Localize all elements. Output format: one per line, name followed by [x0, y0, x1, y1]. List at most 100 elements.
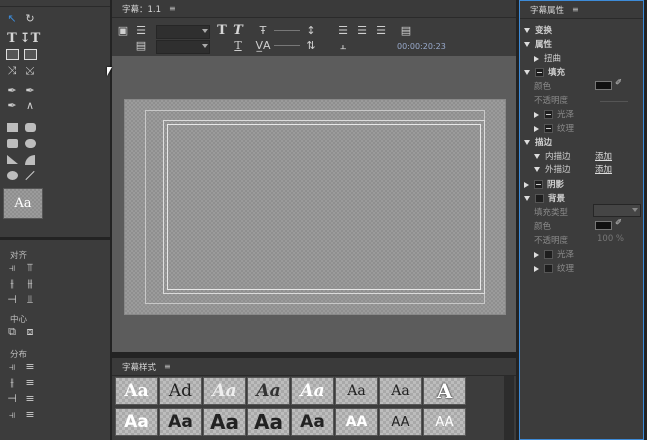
style-thumb-6[interactable]: Aa — [335, 377, 378, 405]
vertical-type-tool-icon[interactable]: ↧T — [20, 31, 41, 46]
transform-disclosure-icon[interactable] — [524, 28, 530, 33]
convert-anchor-point-tool-icon[interactable]: ∧ — [23, 99, 37, 112]
center-horizontal-icon[interactable]: ⧈ — [23, 325, 37, 338]
arc-tool-icon[interactable] — [23, 153, 37, 166]
show-background-video-icon[interactable]: ▤ — [399, 24, 413, 37]
transform-section[interactable]: 变换 — [524, 24, 552, 36]
ellipse-tool-icon[interactable] — [5, 169, 19, 182]
rounded-rectangle-tool-icon[interactable] — [23, 121, 37, 134]
distribute-top-icon[interactable]: ≡ — [23, 360, 37, 373]
style-thumb-7[interactable]: Aa — [379, 377, 422, 405]
distribute-vertical-even-icon[interactable]: ≡ — [23, 408, 37, 421]
area-type-tool-icon[interactable] — [5, 48, 19, 61]
bg-texture-disclosure-icon[interactable] — [534, 265, 539, 272]
wedge-tool-icon[interactable] — [5, 153, 19, 166]
align-horizontal-center-icon[interactable]: ⫲ — [5, 277, 19, 290]
shadow-disclosure-icon[interactable] — [524, 181, 529, 188]
align-text-center-icon[interactable]: ☰ — [355, 24, 369, 37]
fill-disclosure-icon[interactable] — [524, 70, 530, 75]
shadow-checkbox[interactable] — [534, 180, 543, 189]
attributes-disclosure-icon[interactable] — [524, 42, 530, 47]
title-canvas[interactable] — [124, 99, 506, 315]
sheen-checkbox[interactable] — [544, 110, 553, 119]
clipped-corner-rectangle-tool-icon[interactable] — [5, 137, 19, 150]
stroke-disclosure-icon[interactable] — [524, 140, 530, 145]
style-thumb-11[interactable]: Aa — [203, 408, 246, 436]
attributes-section[interactable]: 属性 — [524, 38, 552, 50]
roll-crawl-options-icon[interactable]: ☰ — [134, 24, 148, 37]
fill-opacity-line[interactable] — [600, 101, 628, 102]
inner-stroke-row[interactable]: 内描边 — [534, 150, 571, 162]
align-bottom-icon[interactable]: ⫫ — [23, 293, 37, 306]
rotation-tool-icon[interactable]: ↻ — [23, 12, 37, 25]
templates-icon[interactable]: ▤ — [134, 39, 148, 52]
inner-stroke-add-link[interactable]: 添加 — [595, 150, 612, 162]
bg-sheen-row[interactable]: 光泽 — [534, 248, 574, 260]
title-properties-menu-icon[interactable]: ≡ — [572, 5, 579, 14]
align-left-icon[interactable]: ⫣ — [5, 261, 19, 274]
bg-texture-row[interactable]: 纹理 — [534, 262, 574, 274]
texture-checkbox[interactable] — [544, 124, 553, 133]
bg-opacity-value[interactable]: 100 % — [597, 234, 624, 244]
leading-icon[interactable]: ⇅ — [304, 39, 318, 52]
underline-icon[interactable]: T — [231, 39, 245, 52]
style-thumb-10[interactable]: Aa — [159, 408, 202, 436]
shadow-section[interactable]: 阴影 — [524, 178, 564, 190]
distribute-horizontal-center-icon[interactable]: ⫲ — [5, 376, 19, 389]
distribute-vertical-center-icon[interactable]: ≡ — [23, 376, 37, 389]
style-thumb-2[interactable]: Ad — [159, 377, 202, 405]
bg-sheen-disclosure-icon[interactable] — [534, 251, 539, 258]
tab-stops-icon[interactable]: ⫠ — [336, 39, 350, 52]
rounded-corner-rectangle-tool-icon[interactable] — [23, 137, 37, 150]
kerning-icon[interactable]: V̲A — [255, 39, 270, 52]
type-tool-icon[interactable]: T — [5, 31, 19, 46]
path-type-tool-icon[interactable]: ⤨ — [5, 64, 19, 77]
pen-tool-icon[interactable]: ✒ — [5, 84, 19, 97]
distribute-left-icon[interactable]: ⫣ — [5, 360, 19, 373]
style-thumb-12[interactable]: Aa — [247, 408, 290, 436]
align-text-left-icon[interactable]: ☰ — [336, 24, 350, 37]
rectangle-tool-icon[interactable] — [5, 121, 19, 134]
style-thumb-8[interactable]: A — [423, 377, 466, 405]
align-text-right-icon[interactable]: ☰ — [374, 24, 388, 37]
font-size-icon[interactable]: Ŧ — [256, 24, 270, 37]
delete-anchor-point-tool-icon[interactable]: ✒ — [5, 99, 19, 112]
background-checkbox[interactable] — [535, 194, 544, 203]
distort-disclosure-icon[interactable] — [534, 55, 539, 62]
style-thumb-9[interactable]: Aa — [115, 408, 158, 436]
italic-icon[interactable]: T — [231, 23, 245, 38]
outer-stroke-row[interactable]: 外描边 — [534, 163, 571, 175]
texture-disclosure-icon[interactable] — [534, 125, 539, 132]
outer-stroke-disclosure-icon[interactable] — [534, 167, 540, 172]
style-thumb-13[interactable]: Aa — [291, 408, 334, 436]
style-thumb-4[interactable]: Aa — [247, 377, 290, 405]
kerning-slider[interactable] — [274, 45, 300, 46]
inner-stroke-disclosure-icon[interactable] — [534, 154, 540, 159]
styles-scrollbar[interactable] — [504, 376, 514, 440]
background-disclosure-icon[interactable] — [524, 196, 530, 201]
add-anchor-point-tool-icon[interactable]: ✒ — [23, 84, 37, 97]
title-editor-menu-icon[interactable]: ≡ — [169, 4, 176, 13]
style-thumb-14[interactable]: AA — [335, 408, 378, 436]
new-title-icon[interactable]: ▣ — [116, 24, 130, 37]
bg-eyedropper-icon[interactable]: ✐ — [615, 218, 622, 228]
bg-texture-checkbox[interactable] — [544, 264, 553, 273]
style-thumb-3[interactable]: Aa — [203, 377, 246, 405]
distribute-horizontal-even-icon[interactable]: ⫣ — [5, 408, 19, 421]
align-vertical-center-icon[interactable]: ⫵ — [23, 277, 37, 290]
vertical-path-type-tool-icon[interactable]: ⤩ — [23, 64, 37, 77]
style-thumb-16[interactable]: AA — [423, 408, 466, 436]
fill-checkbox[interactable] — [535, 68, 544, 77]
aspect-icon[interactable]: ↕ — [304, 24, 318, 37]
distribute-bottom-icon[interactable]: ≡ — [23, 392, 37, 405]
center-vertical-icon[interactable]: ⧉ — [5, 325, 19, 338]
style-thumb-15[interactable]: AA — [379, 408, 422, 436]
fill-section[interactable]: 填充 — [524, 66, 565, 78]
timecode[interactable]: 00:00:20:23 — [397, 42, 446, 51]
selection-tool-icon[interactable]: ↖ — [5, 12, 19, 25]
bold-icon[interactable]: T — [215, 23, 229, 38]
vertical-area-type-tool-icon[interactable] — [23, 48, 37, 61]
style-thumb-1[interactable]: Aa — [115, 377, 158, 405]
align-top-icon[interactable]: ⫪ — [23, 261, 37, 274]
style-thumb-5[interactable]: Aa — [291, 377, 334, 405]
